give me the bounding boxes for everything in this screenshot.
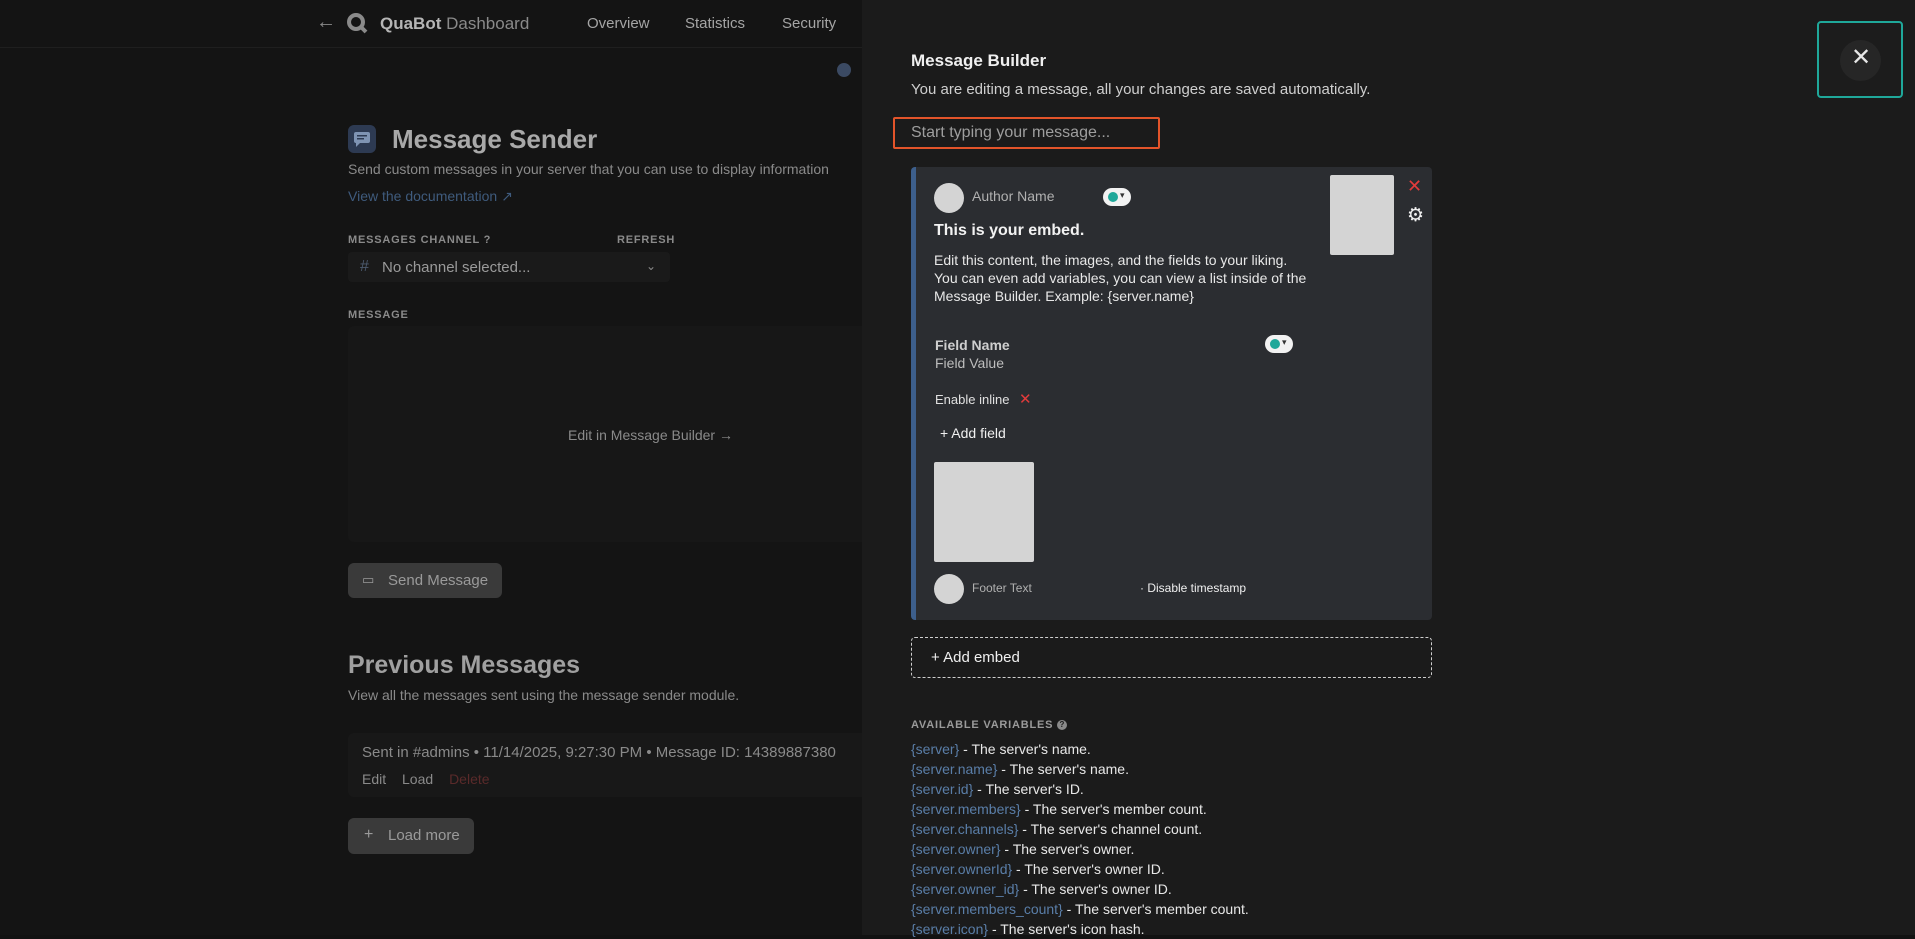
server-avatar xyxy=(837,63,851,77)
embed-thumbnail-placeholder[interactable] xyxy=(1330,175,1394,255)
edit-button[interactable]: Edit xyxy=(362,771,386,787)
help-icon: ? xyxy=(483,234,492,246)
variable-row: {server.owner} - The server's owner. xyxy=(911,841,1135,857)
variables-list: {server} - The server's name. {server.na… xyxy=(911,739,1249,939)
message-builder-title: Message Builder xyxy=(911,51,1047,70)
gear-icon[interactable]: ⚙ xyxy=(1407,204,1424,227)
variable-row: {server.id} - The server's ID. xyxy=(911,781,1084,797)
add-embed-label: + Add embed xyxy=(931,649,1020,666)
field-name[interactable]: Field Name xyxy=(935,337,1010,353)
previous-messages-title: Previous Messages xyxy=(348,651,581,679)
previous-message-summary: Sent in #admins • 11/14/2025, 9:27:30 PM… xyxy=(362,744,836,761)
remove-embed-icon[interactable]: ✕ xyxy=(1407,176,1422,197)
field-value[interactable]: Field Value xyxy=(935,355,1004,371)
variable-row: {server.icon} - The server's icon hash. xyxy=(911,921,1145,937)
author-name[interactable]: Author Name xyxy=(972,188,1054,204)
refresh-link[interactable]: REFRESH xyxy=(617,234,675,246)
chevron-down-icon: ⌄ xyxy=(645,259,656,273)
variable-row: {server.members} - The server's member c… xyxy=(911,801,1207,817)
channel-select[interactable]: # No channel selected... ⌄ xyxy=(348,252,670,282)
add-field-button[interactable]: + Add field xyxy=(940,425,1006,441)
author-avatar-placeholder[interactable] xyxy=(934,183,964,213)
author-color-picker[interactable]: ▾ xyxy=(1103,188,1131,206)
variable-row: {server.members_count} - The server's me… xyxy=(911,901,1249,917)
color-dot-icon xyxy=(1108,192,1118,202)
disable-timestamp-toggle[interactable]: · Disable timestamp xyxy=(1140,581,1246,595)
color-dot-icon xyxy=(1270,339,1280,349)
nav-statistics[interactable]: Statistics xyxy=(685,15,745,32)
message-label: MESSAGE xyxy=(348,309,409,321)
documentation-link[interactable]: View the documentation ↗ xyxy=(348,188,513,205)
nav-security[interactable]: Security xyxy=(782,15,836,32)
previous-message-actions: Edit Load Delete xyxy=(362,771,502,787)
variable-row: {server.ownerId} - The server's owner ID… xyxy=(911,861,1165,877)
close-button-circle: ✕ xyxy=(1840,40,1881,81)
footer-text[interactable]: Footer Text xyxy=(972,581,1032,595)
embed-editor: Author Name ▾ This is your embed. Edit t… xyxy=(911,167,1432,620)
add-embed-button[interactable]: + Add embed xyxy=(911,637,1432,678)
quabot-logo-icon xyxy=(347,13,368,34)
previous-messages-description: View all the messages sent using the mes… xyxy=(348,687,740,703)
variables-label: AVAILABLE VARIABLES? xyxy=(911,719,1068,731)
chevron-down-icon: ▾ xyxy=(1282,337,1287,347)
plus-icon: + xyxy=(364,826,374,843)
load-button[interactable]: Load xyxy=(402,771,433,787)
embed-description-line: You can even add variables, you can view… xyxy=(934,270,1307,304)
send-message-button[interactable]: ▭ Send Message xyxy=(348,563,502,598)
nav-overview[interactable]: Overview xyxy=(587,15,650,32)
enable-inline-label[interactable]: Enable inline xyxy=(935,392,1009,407)
brand-title[interactable]: QuaBot Dashboard xyxy=(380,14,529,34)
variable-row: {server.channels} - The server's channel… xyxy=(911,821,1203,837)
footer-icon-placeholder[interactable] xyxy=(934,574,964,604)
back-arrow-icon[interactable]: ← xyxy=(316,11,336,34)
delete-button[interactable]: Delete xyxy=(449,771,489,787)
edit-in-builder-link[interactable]: Edit in Message Builder → xyxy=(568,427,733,443)
message-module-icon xyxy=(348,125,376,153)
help-icon: ? xyxy=(1057,720,1068,730)
embed-description-line: Edit this content, the images, and the f… xyxy=(934,252,1288,268)
close-button[interactable]: ✕ xyxy=(1817,21,1903,98)
embed-description[interactable]: Edit this content, the images, and the f… xyxy=(934,251,1314,305)
external-link-icon: ↗ xyxy=(501,188,513,204)
module-description: Send custom messages in your server that… xyxy=(348,161,829,177)
variable-row: {server} - The server's name. xyxy=(911,741,1091,757)
embed-title[interactable]: This is your embed. xyxy=(934,222,1084,240)
message-content-input[interactable] xyxy=(893,117,1160,149)
arrow-right-icon: → xyxy=(718,427,733,443)
variable-row: {server.owner_id} - The server's owner I… xyxy=(911,881,1172,897)
variable-row: {server.name} - The server's name. xyxy=(911,761,1129,777)
previous-message-card: Sent in #admins • 11/14/2025, 9:27:30 PM… xyxy=(348,733,868,797)
message-preview-box: Edit in Message Builder → xyxy=(348,326,868,542)
hash-icon: # xyxy=(360,258,369,275)
message-builder-subtitle: You are editing a message, all your chan… xyxy=(911,81,1371,98)
embed-image-placeholder[interactable] xyxy=(934,462,1034,562)
chevron-down-icon: ▾ xyxy=(1120,190,1125,200)
channel-label: MESSAGES CHANNEL ? xyxy=(348,234,492,246)
module-title: Message Sender xyxy=(392,124,598,154)
remove-field-icon[interactable]: ✕ xyxy=(1019,390,1032,408)
channel-select-value: No channel selected... xyxy=(382,259,531,276)
load-more-button[interactable]: + Load more xyxy=(348,818,474,854)
close-icon: ✕ xyxy=(1851,44,1872,71)
message-icon: ▭ xyxy=(362,572,375,587)
field-color-picker[interactable]: ▾ xyxy=(1265,335,1293,353)
